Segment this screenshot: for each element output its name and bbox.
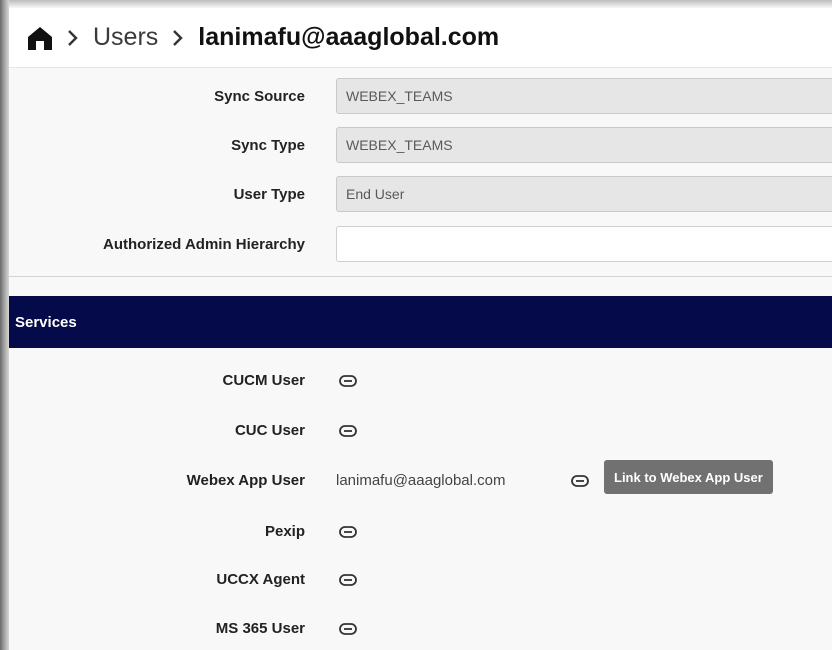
service-row-cucm: CUCM User <box>9 365 832 395</box>
user-detail-page: Users lanimafu@aaaglobal.com Sync Source… <box>0 0 832 650</box>
form-row-admin-hierarchy: Authorized Admin Hierarchy <box>9 226 832 262</box>
sync-type-label: Sync Type <box>231 136 305 154</box>
sync-source-field: WEBEX_TEAMS <box>336 78 832 114</box>
cucm-user-label: CUCM User <box>222 371 305 389</box>
service-row-ms365: MS 365 User <box>9 613 832 643</box>
uccx-agent-label: UCCX Agent <box>216 570 305 588</box>
service-row-cuc: CUC User <box>9 415 832 445</box>
pexip-label: Pexip <box>264 522 305 540</box>
chevron-right-icon <box>53 29 93 47</box>
user-type-field: End User <box>336 176 832 212</box>
link-icon[interactable] <box>339 622 357 635</box>
form-row-sync-type: Sync Type WEBEX_TEAMS <box>9 127 832 163</box>
breadcrumb-current-user: lanimafu@aaaglobal.com <box>198 23 500 51</box>
link-icon[interactable] <box>339 424 357 437</box>
breadcrumb-users-link[interactable]: Users <box>93 25 158 50</box>
services-list: CUCM User CUC User Webex App User lanima… <box>9 348 832 650</box>
service-row-uccx: UCCX Agent <box>9 564 832 594</box>
left-shadow <box>0 0 9 650</box>
home-icon[interactable] <box>27 26 53 50</box>
breadcrumb: Users lanimafu@aaaglobal.com <box>9 8 832 68</box>
section-divider <box>9 276 832 277</box>
link-icon[interactable] <box>339 525 357 538</box>
sync-source-label: Sync Source <box>214 87 305 105</box>
user-type-label: User Type <box>233 185 305 203</box>
service-row-webex-app: Webex App User lanimafu@aaaglobal.com Li… <box>9 460 832 495</box>
cuc-user-label: CUC User <box>234 421 305 439</box>
webex-app-user-label: Webex App User <box>186 471 305 489</box>
link-icon[interactable] <box>339 374 357 387</box>
admin-hierarchy-label: Authorized Admin Hierarchy <box>103 235 305 253</box>
ms365-user-label: MS 365 User <box>215 619 305 637</box>
link-icon[interactable] <box>571 474 589 487</box>
form-row-sync-source: Sync Source WEBEX_TEAMS <box>9 78 832 114</box>
top-shadow <box>0 0 832 8</box>
link-icon[interactable] <box>339 573 357 586</box>
link-webex-tooltip: Link to Webex App User <box>604 460 773 494</box>
admin-hierarchy-input[interactable] <box>336 226 832 262</box>
service-row-pexip: Pexip <box>9 516 832 546</box>
chevron-right-icon <box>158 29 198 47</box>
user-info-form: Sync Source WEBEX_TEAMS Sync Type WEBEX_… <box>9 68 832 280</box>
webex-app-user-value: lanimafu@aaaglobal.com <box>336 471 506 489</box>
sync-type-field: WEBEX_TEAMS <box>336 127 832 163</box>
services-title: Services <box>15 313 77 331</box>
services-section-header: Services <box>9 296 832 348</box>
form-row-user-type: User Type End User <box>9 176 832 212</box>
